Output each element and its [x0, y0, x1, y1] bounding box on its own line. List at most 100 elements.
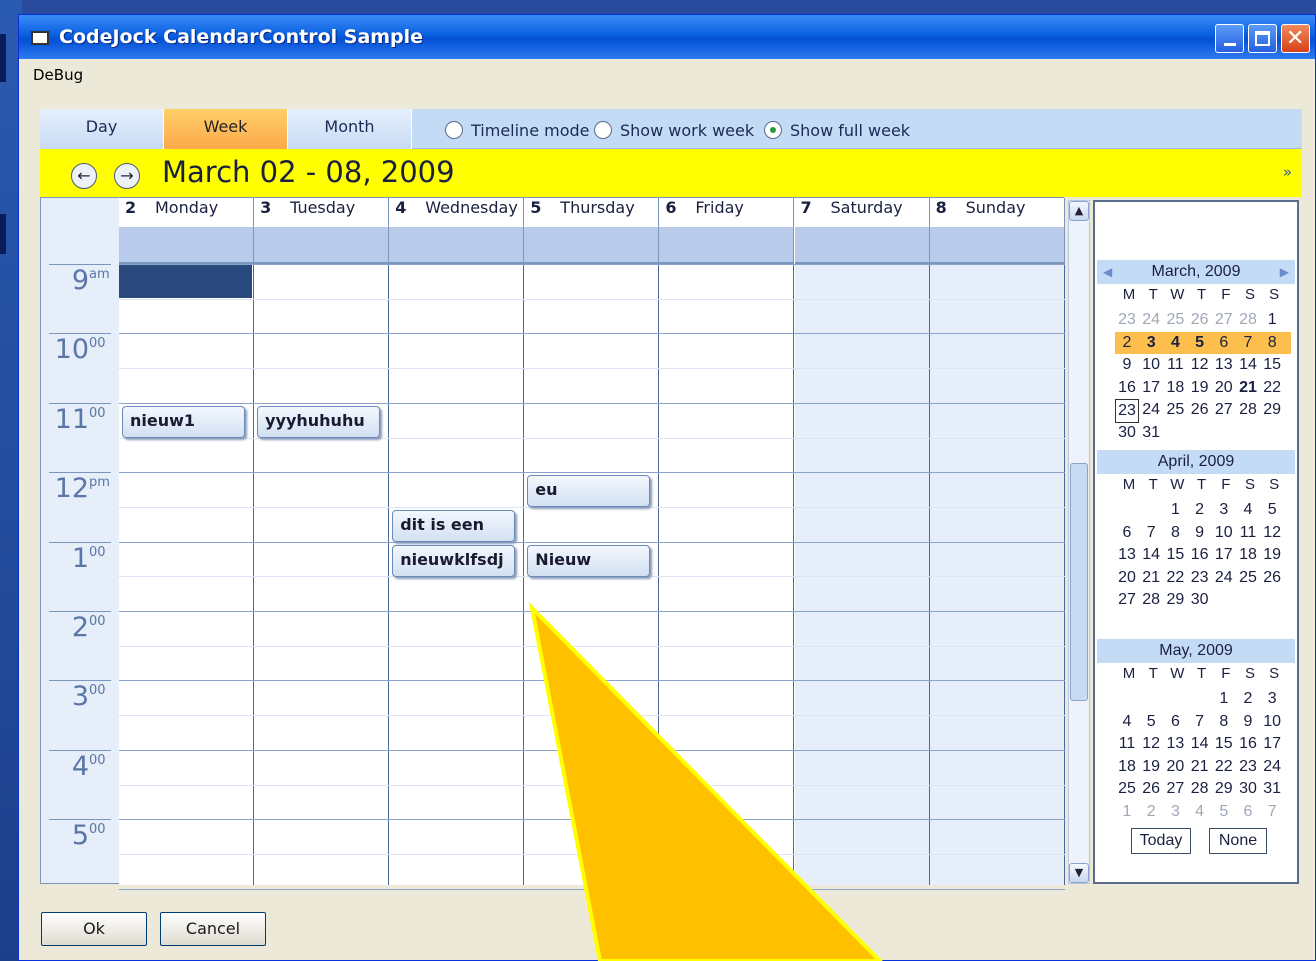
calendar-day[interactable]: 2: [1188, 499, 1212, 521]
calendar-day[interactable]: 23: [1188, 567, 1212, 589]
tab-day[interactable]: Day: [40, 109, 164, 149]
calendar-day[interactable]: 29: [1212, 778, 1236, 800]
calendar-day[interactable]: 28: [1188, 778, 1212, 800]
calendar-day[interactable]: 15: [1260, 354, 1284, 376]
all-day-cell[interactable]: [389, 228, 525, 264]
calendar-day[interactable]: 22: [1260, 377, 1284, 399]
calendar-day[interactable]: 9: [1188, 522, 1212, 544]
calendar-day[interactable]: 24: [1139, 309, 1163, 331]
calendar-day[interactable]: 17: [1260, 733, 1284, 755]
calendar-day[interactable]: 16: [1236, 733, 1260, 755]
next-week-button[interactable]: →: [114, 163, 140, 189]
calendar-day[interactable]: 1: [1260, 309, 1284, 331]
calendar-day[interactable]: 3: [1260, 688, 1284, 710]
day-header-friday[interactable]: 6 Friday: [659, 198, 795, 228]
calendar-day[interactable]: 3: [1139, 332, 1163, 354]
calendar-day[interactable]: 19: [1139, 756, 1163, 778]
day-column[interactable]: [794, 264, 930, 885]
calendar-day[interactable]: 28: [1236, 309, 1260, 331]
calendar-day[interactable]: 27: [1212, 309, 1236, 331]
calendar-day[interactable]: 1: [1212, 688, 1236, 710]
calendar-day[interactable]: 16: [1115, 377, 1139, 399]
calendar-day[interactable]: 31: [1139, 422, 1163, 444]
calendar-day[interactable]: 15: [1212, 733, 1236, 755]
calendar-day[interactable]: 6: [1212, 332, 1236, 354]
calendar-day[interactable]: 15: [1163, 544, 1187, 566]
selected-time-cell[interactable]: [119, 264, 252, 298]
calendar-day[interactable]: 25: [1115, 778, 1139, 800]
calendar-day[interactable]: 16: [1188, 544, 1212, 566]
calendar-day[interactable]: 29: [1163, 589, 1187, 611]
calendar-day[interactable]: 13: [1212, 354, 1236, 376]
radio-button-icon[interactable]: [764, 120, 782, 139]
scroll-down-arrow-icon[interactable]: ▼: [1069, 863, 1089, 883]
calendar-day[interactable]: 25: [1163, 309, 1187, 331]
day-column[interactable]: [254, 264, 390, 885]
calendar-day[interactable]: 14: [1139, 544, 1163, 566]
calendar-event[interactable]: dit is een: [392, 509, 516, 542]
calendar-day[interactable]: 4: [1236, 499, 1260, 521]
calendar-day[interactable]: 30: [1188, 589, 1212, 611]
calendar-day[interactable]: 3: [1163, 801, 1187, 823]
calendar-day[interactable]: 21: [1139, 567, 1163, 589]
calendar-day[interactable]: 4: [1163, 332, 1187, 354]
calendar-day[interactable]: 5: [1212, 801, 1236, 823]
calendar-day[interactable]: 25: [1236, 567, 1260, 589]
calendar-day[interactable]: 18: [1115, 756, 1139, 778]
calendar-day[interactable]: 11: [1115, 733, 1139, 755]
day-column[interactable]: [929, 264, 1065, 885]
calendar-day[interactable]: 1: [1115, 801, 1139, 823]
option-timeline-mode[interactable]: Timeline mode: [445, 120, 590, 141]
day-column[interactable]: [659, 264, 795, 885]
calendar-day[interactable]: 26: [1139, 778, 1163, 800]
calendar-day[interactable]: 19: [1260, 544, 1284, 566]
calendar-day[interactable]: 20: [1212, 377, 1236, 399]
radio-button-icon[interactable]: [594, 120, 612, 139]
option-show-work-week[interactable]: Show work week: [594, 120, 754, 141]
calendar-day[interactable]: 21: [1188, 756, 1212, 778]
calendar-event[interactable]: nieuw1: [122, 405, 246, 438]
calendar-day[interactable]: 24: [1139, 399, 1163, 421]
calendar-day[interactable]: 23: [1115, 399, 1139, 424]
calendar-day[interactable]: 27: [1115, 589, 1139, 611]
all-day-cell[interactable]: [119, 228, 255, 264]
calendar-day[interactable]: 5: [1188, 332, 1212, 354]
calendar-day[interactable]: 7: [1139, 522, 1163, 544]
calendar-day[interactable]: 17: [1212, 544, 1236, 566]
calendar-day[interactable]: 12: [1260, 522, 1284, 544]
calendar-day[interactable]: 28: [1139, 589, 1163, 611]
calendar-day[interactable]: 30: [1236, 778, 1260, 800]
calendar-event[interactable]: Nieuw: [527, 544, 651, 577]
calendar-day[interactable]: 18: [1236, 544, 1260, 566]
calendar-event[interactable]: nieuwklfsdj: [392, 544, 516, 577]
day-header-wednesday[interactable]: 4 Wednesday: [389, 198, 525, 228]
calendar-day[interactable]: 22: [1163, 567, 1187, 589]
all-day-cell[interactable]: [794, 228, 930, 264]
cancel-button[interactable]: Cancel: [160, 912, 266, 946]
calendar-day[interactable]: 5: [1139, 711, 1163, 733]
calendar-day[interactable]: 7: [1188, 711, 1212, 733]
tab-week[interactable]: Week: [164, 109, 288, 149]
calendar-day[interactable]: 27: [1212, 399, 1236, 421]
calendar-day[interactable]: 4: [1115, 711, 1139, 733]
calendar-day[interactable]: 17: [1139, 377, 1163, 399]
ok-button[interactable]: Ok: [41, 912, 147, 946]
calendar-day[interactable]: 12: [1188, 354, 1212, 376]
calendar-day[interactable]: 7: [1236, 332, 1260, 354]
close-button[interactable]: ✕: [1281, 24, 1310, 53]
calendar-day[interactable]: 11: [1163, 354, 1187, 376]
calendar-day[interactable]: 27: [1163, 778, 1187, 800]
calendar-day[interactable]: 30: [1115, 422, 1139, 444]
all-day-cell[interactable]: [524, 228, 660, 264]
calendar-day[interactable]: 1: [1163, 499, 1187, 521]
calendar-day[interactable]: 11: [1236, 522, 1260, 544]
calendar-day[interactable]: 12: [1139, 733, 1163, 755]
day-header-thursday[interactable]: 5 Thursday: [524, 198, 660, 228]
calendar-day[interactable]: 24: [1260, 756, 1284, 778]
all-day-cell[interactable]: [254, 228, 390, 264]
calendar-day[interactable]: 19: [1188, 377, 1212, 399]
prev-month-arrow-icon[interactable]: ◀: [1103, 260, 1112, 284]
calendar-day[interactable]: 6: [1115, 522, 1139, 544]
day-header-sunday[interactable]: 8 Sunday: [929, 198, 1065, 228]
calendar-day[interactable]: 10: [1212, 522, 1236, 544]
